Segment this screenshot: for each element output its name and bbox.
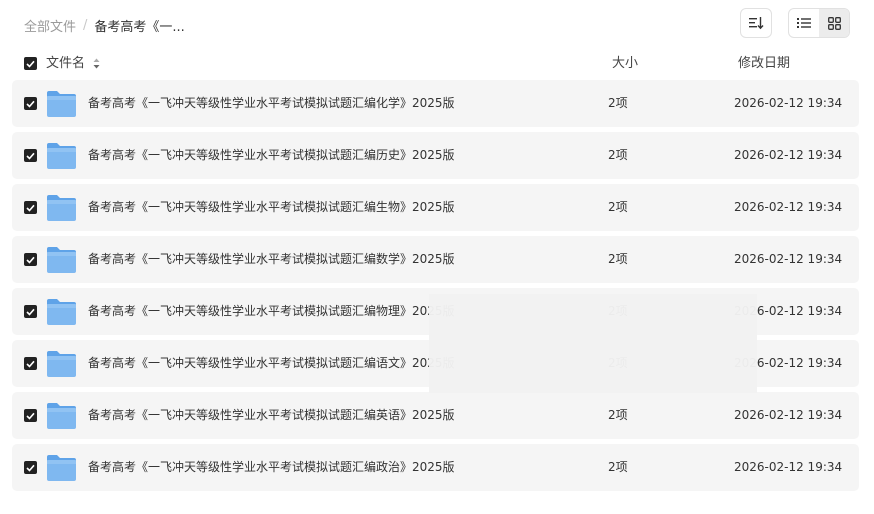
file-list: 备考高考《一飞冲天等级性学业水平考试模拟试题汇编化学》2025版 2项 2026-0… xyxy=(12,80,859,496)
list-view-button[interactable] xyxy=(789,9,819,37)
check-icon xyxy=(26,60,35,68)
table-row[interactable]: 备考高考《一飞冲天等级性学业水平考试模拟试题汇编政治》2025版 2项 2026-0… xyxy=(12,444,859,491)
row-checkbox[interactable] xyxy=(24,253,37,266)
table-row[interactable]: 备考高考《一飞冲天等级性学业水平考试模拟试题汇编化学》2025版 2项 2026-0… xyxy=(12,80,859,127)
file-name[interactable]: 备考高考《一飞冲天等级性学业水平考试模拟试题汇编历史》2025版 xyxy=(88,132,455,179)
table-header: 文件名 大小 修改日期 xyxy=(24,54,850,74)
file-name[interactable]: 备考高考《一飞冲天等级性学业水平考试模拟试题汇编数学》2025版 xyxy=(88,236,455,283)
row-checkbox[interactable] xyxy=(24,149,37,162)
file-size: 2项 xyxy=(608,200,628,214)
select-all-checkbox[interactable] xyxy=(24,57,37,70)
file-name[interactable]: 备考高考《一飞冲天等级性学业水平考试模拟试题汇编英语》2025版 xyxy=(88,392,455,439)
table-row[interactable]: 备考高考《一飞冲天等级性学业水平考试模拟试题汇编生物》2025版 2项 2026-0… xyxy=(12,184,859,231)
folder-icon xyxy=(47,455,76,481)
row-checkbox[interactable] xyxy=(24,305,37,318)
folder-icon xyxy=(47,143,76,169)
folder-icon xyxy=(47,299,76,325)
header-name-sort[interactable]: 文件名 xyxy=(46,54,100,74)
breadcrumb-separator: / xyxy=(83,17,88,33)
check-icon xyxy=(26,412,35,420)
file-modified: 2026-02-12 19:34 xyxy=(734,460,843,474)
table-row[interactable]: 备考高考《一飞冲天等级性学业水平考试模拟试题汇编英语》2025版 2项 2026-0… xyxy=(12,392,859,439)
file-modified: 2026-02-12 19:34 xyxy=(734,96,843,110)
sort-arrows-icon xyxy=(93,58,100,69)
row-checkbox[interactable] xyxy=(24,357,37,370)
file-name[interactable]: 备考高考《一飞冲天等级性学业水平考试模拟试题汇编物理》2025版 xyxy=(88,288,455,335)
folder-icon xyxy=(47,351,76,377)
file-modified: 2026-02-12 19:34 xyxy=(734,252,843,266)
sort-button[interactable] xyxy=(740,8,772,38)
view-toggle xyxy=(788,8,850,38)
check-icon xyxy=(26,100,35,108)
row-checkbox[interactable] xyxy=(24,409,37,422)
folder-icon xyxy=(47,91,76,117)
file-modified: 2026-02-12 19:34 xyxy=(734,200,843,214)
check-icon xyxy=(26,308,35,316)
folder-icon xyxy=(47,247,76,273)
check-icon xyxy=(26,360,35,368)
folder-icon xyxy=(47,403,76,429)
header-name: 文件名 xyxy=(46,56,86,71)
file-name[interactable]: 备考高考《一飞冲天等级性学业水平考试模拟试题汇编政治》2025版 xyxy=(88,444,455,491)
grid-view-icon xyxy=(827,16,841,30)
grid-view-button[interactable] xyxy=(819,9,849,37)
row-checkbox[interactable] xyxy=(24,201,37,214)
table-row[interactable]: 备考高考《一飞冲天等级性学业水平考试模拟试题汇编历史》2025版 2项 2026-0… xyxy=(12,132,859,179)
file-size: 2项 xyxy=(608,96,628,110)
header-size[interactable]: 大小 xyxy=(612,54,638,74)
sort-icon xyxy=(749,17,764,30)
blur-overlay xyxy=(429,294,757,393)
file-name[interactable]: 备考高考《一飞冲天等级性学业水平考试模拟试题汇编语文》2025版 xyxy=(88,340,455,387)
file-size: 2项 xyxy=(608,408,628,422)
file-name[interactable]: 备考高考《一飞冲天等级性学业水平考试模拟试题汇编生物》2025版 xyxy=(88,184,455,231)
check-icon xyxy=(26,152,35,160)
file-size: 2项 xyxy=(608,252,628,266)
list-view-icon xyxy=(797,18,811,28)
row-checkbox[interactable] xyxy=(24,97,37,110)
check-icon xyxy=(26,464,35,472)
check-icon xyxy=(26,204,35,212)
breadcrumb: 全部文件 / 备考高考《一... xyxy=(24,14,185,36)
breadcrumb-root[interactable]: 全部文件 xyxy=(24,16,76,35)
file-name[interactable]: 备考高考《一飞冲天等级性学业水平考试模拟试题汇编化学》2025版 xyxy=(88,80,455,127)
file-modified: 2026-02-12 19:34 xyxy=(734,148,843,162)
file-size: 2项 xyxy=(608,148,628,162)
header-modified[interactable]: 修改日期 xyxy=(738,54,790,74)
file-modified: 2026-02-12 19:34 xyxy=(734,408,843,422)
folder-icon xyxy=(47,195,76,221)
row-checkbox[interactable] xyxy=(24,461,37,474)
file-size: 2项 xyxy=(608,460,628,474)
check-icon xyxy=(26,256,35,264)
table-row[interactable]: 备考高考《一飞冲天等级性学业水平考试模拟试题汇编数学》2025版 2项 2026-0… xyxy=(12,236,859,283)
breadcrumb-current: 备考高考《一... xyxy=(94,19,185,35)
